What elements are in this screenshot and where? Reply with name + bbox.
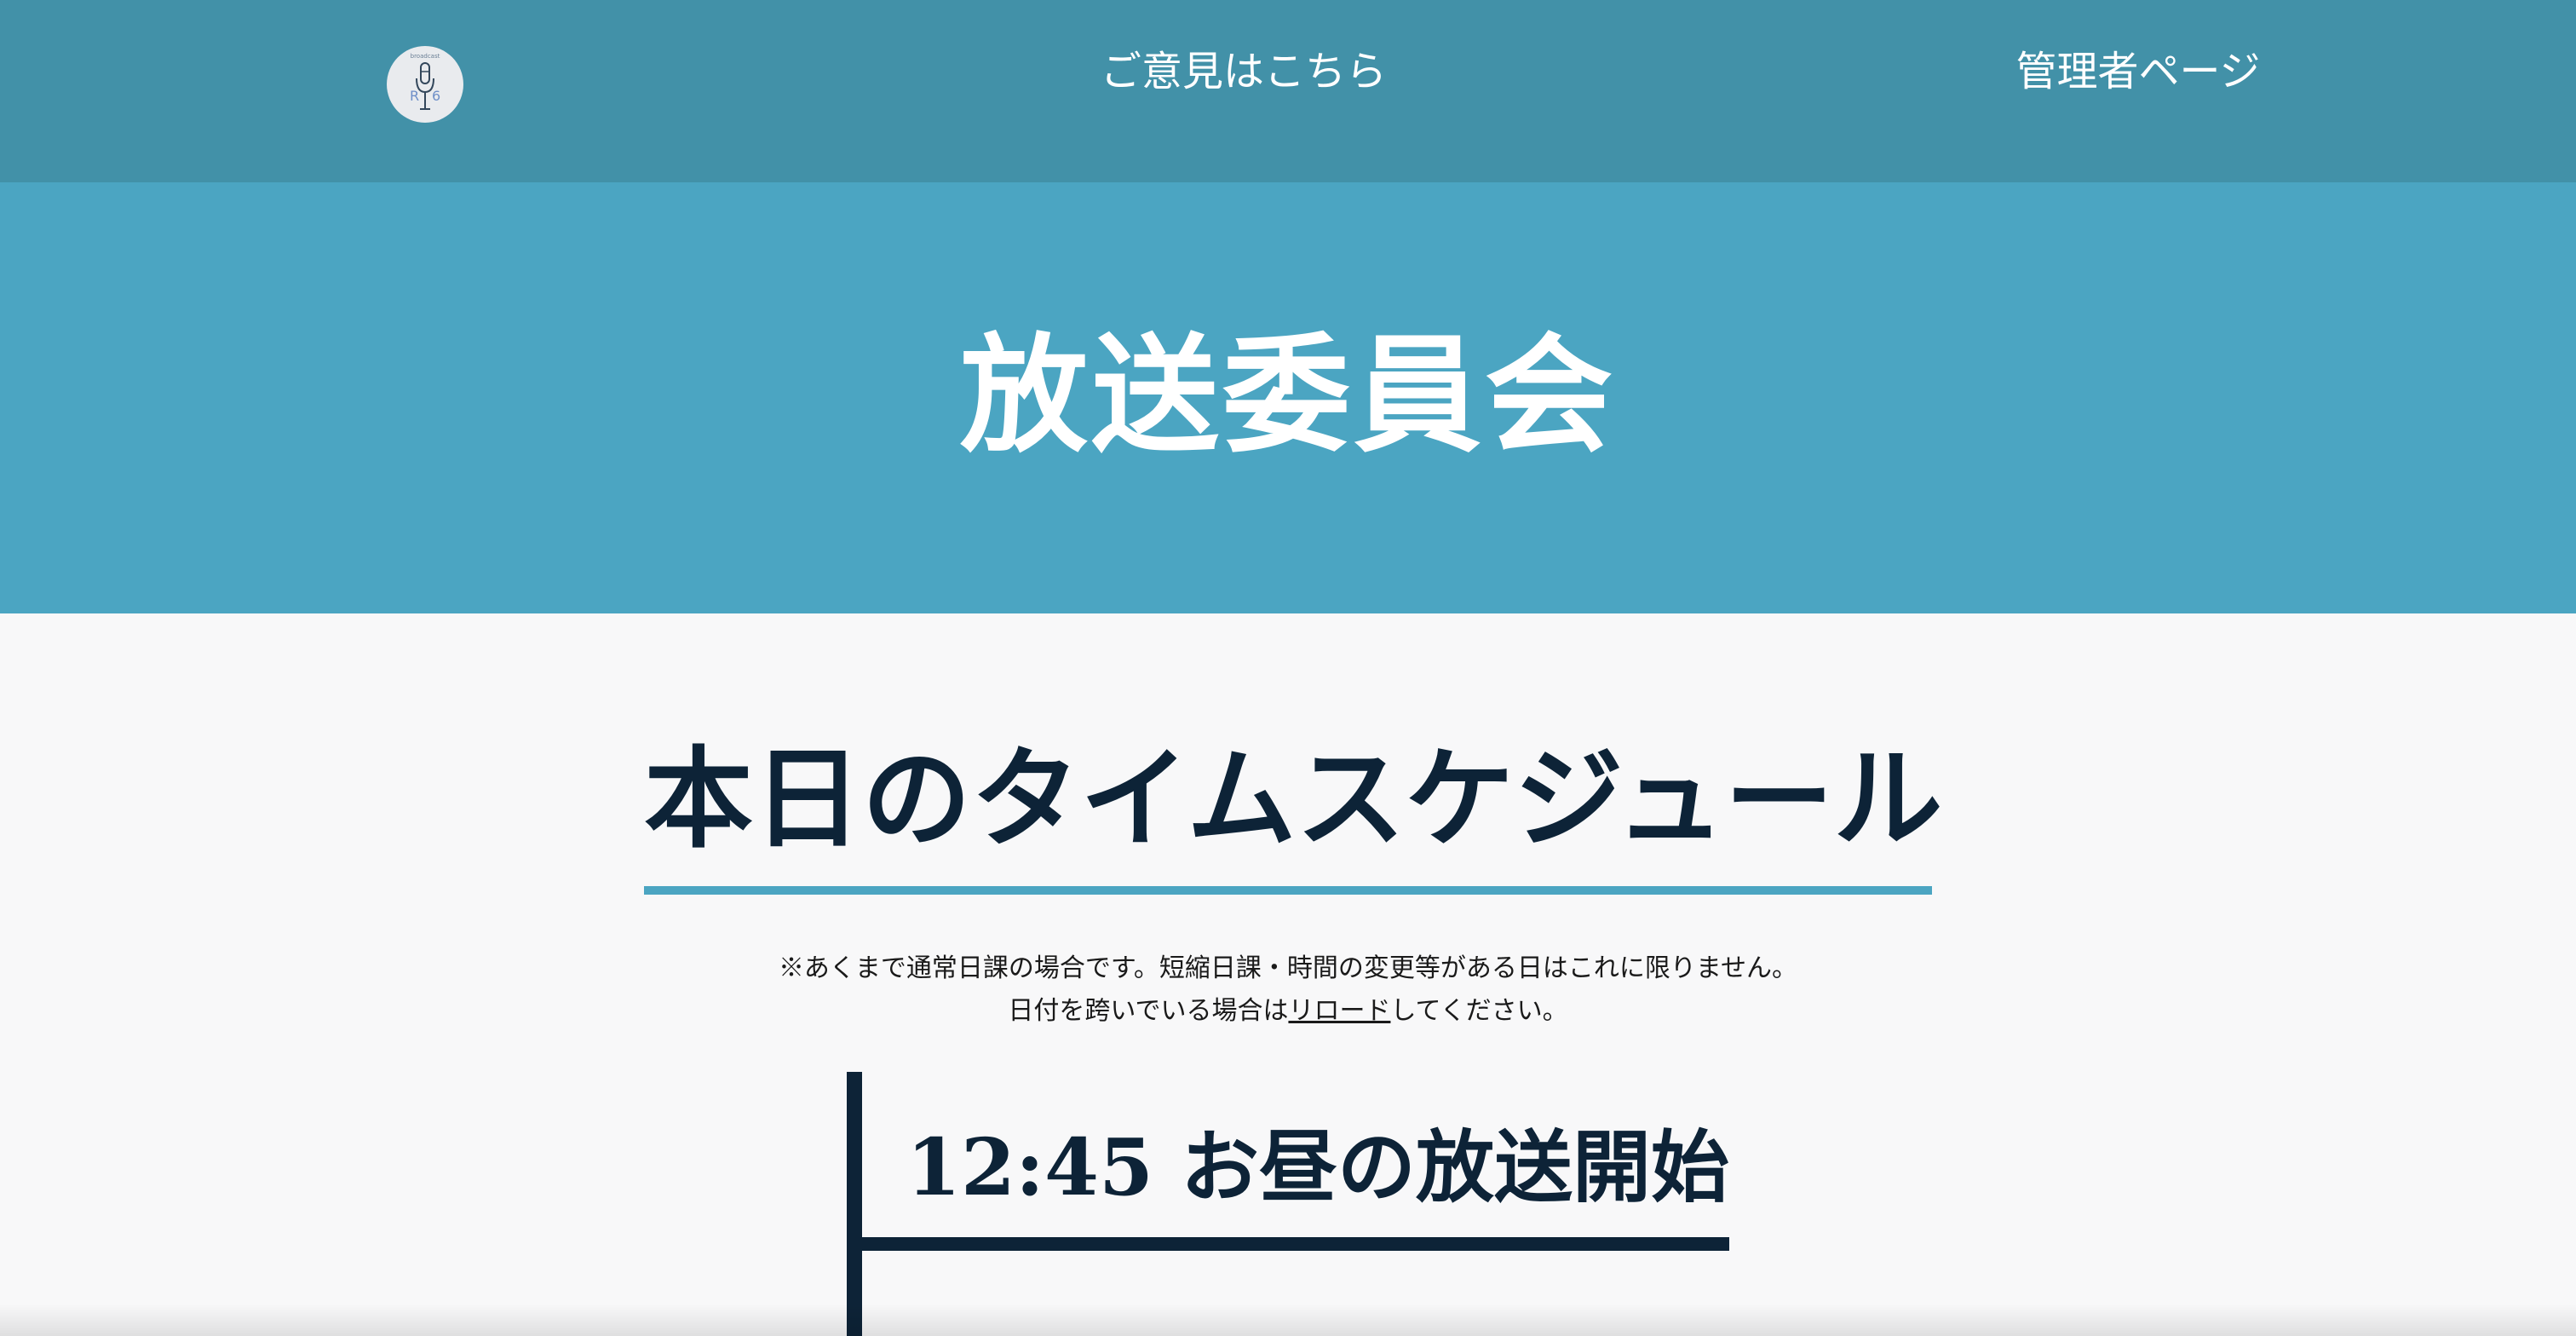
notice-line-2-text: 日付を跨いでいる場合は	[1008, 996, 1289, 1026]
broadcast-logo[interactable]: broadcast R 6	[387, 46, 463, 123]
notice-line-1: ※あくまで通常日課の場合です。短縮日課・時間の変更等がある日はこれに限りません。	[778, 953, 1798, 983]
logo-letter-r: R	[410, 88, 419, 104]
navbar: broadcast R 6 ご意見はこちら 管理者ページ	[0, 0, 2576, 182]
schedule-notice: ※あくまで通常日課の場合です。短縮日課・時間の変更等がある日はこれに限りません。…	[0, 947, 2576, 1033]
notice-line-2: 日付を跨いでいる場合はリロードしてください。	[0, 990, 2576, 1033]
event-underline	[862, 1237, 1729, 1251]
schedule-event: 12:45 お昼の放送開始	[906, 1118, 1758, 1217]
event-time: 12:45	[906, 1121, 1154, 1213]
event-label: お昼の放送開始	[1181, 1121, 1730, 1213]
site-title: 放送委員会	[959, 320, 1616, 470]
logo-letter-6: 6	[432, 88, 440, 104]
hero-banner: 放送委員会	[0, 182, 2576, 613]
schedule-title-underline	[644, 886, 1932, 895]
microphone-icon: broadcast R 6	[410, 53, 440, 110]
reload-link[interactable]: リロード	[1288, 996, 1390, 1026]
timeline-line	[847, 1072, 862, 1336]
notice-line-2-tail: してください。	[1390, 996, 1568, 1026]
opinion-link[interactable]: ご意見はこちら	[1099, 44, 1389, 99]
schedule-title: 本日のタイムスケジュール	[644, 735, 1943, 863]
schedule-section: 本日のタイムスケジュール ※あくまで通常日課の場合です。短縮日課・時間の変更等が…	[0, 613, 2576, 1336]
admin-page-link[interactable]: 管理者ページ	[2010, 44, 2266, 99]
logo-caption: broadcast	[411, 53, 440, 60]
